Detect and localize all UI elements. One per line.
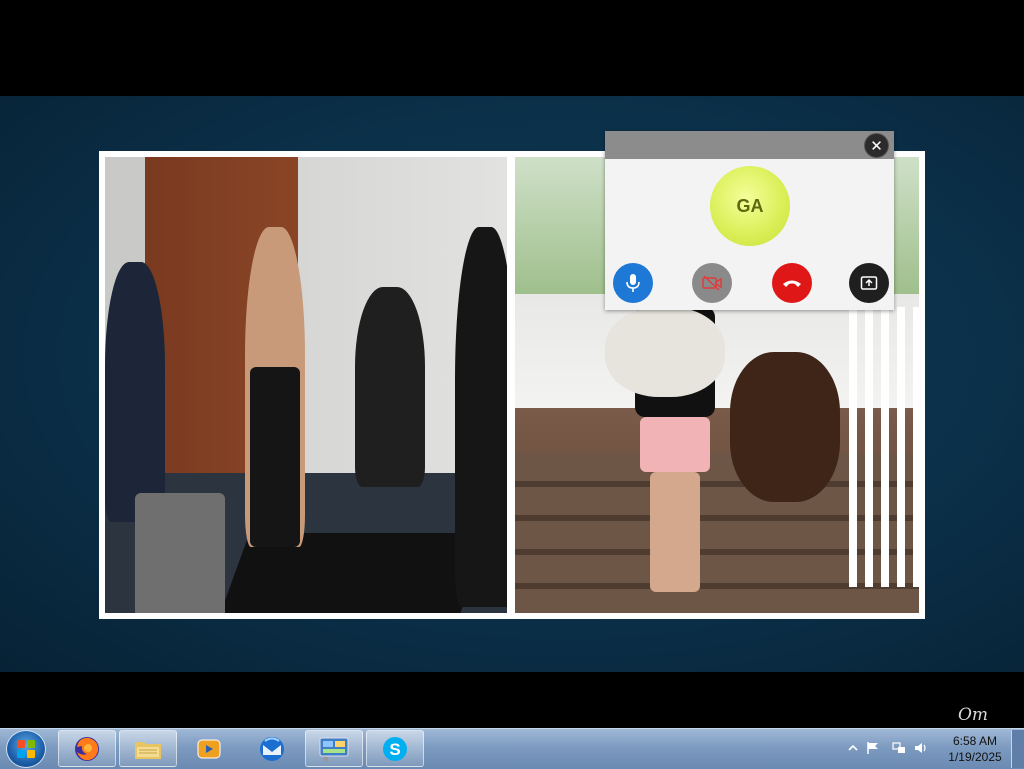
- share-screen-button[interactable]: [849, 263, 889, 303]
- taskbar: S 6:58 AM 1/19/2025: [0, 728, 1024, 769]
- windows-logo-icon: [17, 740, 35, 758]
- show-desktop-button[interactable]: [1011, 730, 1024, 768]
- mic-button[interactable]: [613, 263, 653, 303]
- svg-text:S: S: [389, 740, 400, 759]
- skype-icon: S: [383, 736, 407, 761]
- close-icon[interactable]: ✕: [864, 133, 889, 158]
- top-letterbox: [0, 0, 1024, 96]
- clock-time[interactable]: 6:58 AM: [940, 734, 1010, 748]
- person-right-official: [455, 227, 507, 607]
- signature-mark: Om: [958, 705, 989, 725]
- taskbar-firefox[interactable]: [58, 730, 116, 767]
- share-screen-icon: [860, 276, 878, 290]
- caller-avatar: GA: [710, 166, 790, 246]
- taskbar-control-panel[interactable]: [305, 730, 363, 767]
- control-panel-icon: [319, 737, 349, 761]
- taskbar-media-player[interactable]: [180, 730, 238, 767]
- show-hidden-icons-chevron[interactable]: [846, 741, 860, 755]
- folder-icon: [135, 741, 161, 759]
- action-center-flag-icon[interactable]: [866, 741, 880, 755]
- person-on-scale: [245, 227, 305, 547]
- hangup-button[interactable]: [772, 263, 812, 303]
- person-left-official: [105, 262, 165, 522]
- person-with-clipboard: [355, 287, 425, 487]
- photo-weigh-in: [105, 157, 507, 613]
- call-control-panel: ✕ GA: [605, 131, 894, 310]
- porch-railing: [849, 307, 919, 587]
- video-button[interactable]: [692, 263, 732, 303]
- taskbar-file-explorer[interactable]: [119, 730, 177, 767]
- taskbar-skype[interactable]: S: [366, 730, 424, 767]
- media-player-icon: [197, 739, 221, 758]
- taskbar-thunderbird[interactable]: [243, 730, 301, 767]
- volume-icon[interactable]: [914, 741, 928, 755]
- clock-date[interactable]: 1/19/2025: [940, 750, 1010, 764]
- video-off-icon: [702, 275, 722, 291]
- brown-dog: [730, 352, 840, 502]
- thunderbird-icon: [260, 736, 284, 761]
- microphone-icon: [626, 274, 640, 292]
- firefox-icon: [75, 736, 99, 761]
- chair: [135, 493, 225, 613]
- white-dog: [605, 307, 725, 397]
- network-icon[interactable]: [892, 741, 906, 755]
- start-button[interactable]: [6, 730, 46, 768]
- call-panel-titlebar[interactable]: [605, 131, 894, 159]
- phone-hangup-icon: [783, 280, 801, 287]
- bottom-letterbox: [0, 672, 1024, 728]
